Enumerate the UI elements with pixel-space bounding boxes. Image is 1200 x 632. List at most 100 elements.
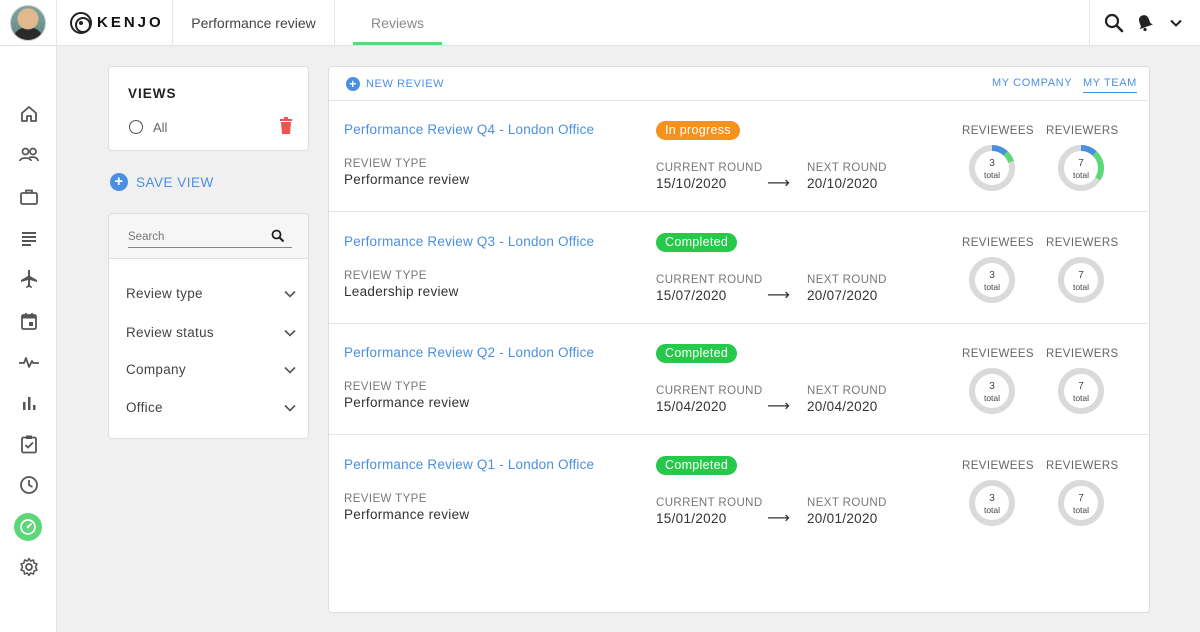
bell-icon[interactable]: [1134, 12, 1156, 34]
current-round-value: 15/01/2020: [656, 511, 727, 526]
current-round-label: CURRENT ROUND: [656, 497, 763, 509]
sidebar-nav: [0, 46, 57, 632]
save-view-button[interactable]: + SAVE VIEW: [110, 173, 214, 191]
plus-circle-icon: +: [110, 173, 128, 191]
reviewees-label: REVIEWEES: [962, 348, 1034, 360]
review-title-link[interactable]: Performance Review Q2 - London Office: [344, 345, 594, 360]
home-icon[interactable]: [16, 101, 42, 127]
save-view-label: SAVE VIEW: [136, 174, 214, 190]
reviewers-label: REVIEWERS: [1046, 237, 1119, 249]
review-title-link[interactable]: Performance Review Q4 - London Office: [344, 122, 594, 137]
tab-my-company[interactable]: MY COMPANY: [992, 77, 1072, 89]
current-round-value: 15/10/2020: [656, 176, 727, 191]
people-icon[interactable]: [16, 142, 42, 168]
status-badge: Completed: [656, 344, 738, 363]
review-title-link[interactable]: Performance Review Q3 - London Office: [344, 234, 594, 249]
review-row[interactable]: Performance Review Q2 - London Office Com…: [329, 324, 1149, 435]
reviewees-label: REVIEWEES: [962, 460, 1034, 472]
status-badge: In progress: [656, 121, 740, 140]
tab-my-team[interactable]: MY TEAM: [1083, 77, 1137, 93]
reviewees-total-label: total: [983, 282, 1001, 292]
reviewers-donut: 7 total: [1056, 366, 1106, 416]
arrow-right-icon: ⟶: [767, 398, 790, 415]
next-round-label: NEXT ROUND: [807, 162, 887, 174]
reviewees-donut: 3 total: [967, 143, 1017, 193]
arrow-right-icon: ⟶: [767, 510, 790, 527]
bar-chart-icon[interactable]: [16, 390, 42, 416]
reviewees-donut: 3 total: [967, 255, 1017, 305]
review-row[interactable]: Performance Review Q4 - London Office In …: [329, 101, 1149, 212]
reviews-panel: + NEW REVIEW MY COMPANY MY TEAM Performa…: [328, 66, 1150, 613]
next-round-value: 20/10/2020: [807, 176, 878, 191]
next-round-label: NEXT ROUND: [807, 497, 887, 509]
reviewers-total-label: total: [1072, 505, 1090, 515]
reviewers-donut: 7 total: [1056, 255, 1106, 305]
tab-performance-review[interactable]: Performance review: [173, 0, 335, 45]
status-badge: Completed: [656, 456, 738, 475]
pulse-icon[interactable]: [16, 349, 42, 375]
chevron-down-icon: [284, 290, 296, 298]
reviewers-label: REVIEWERS: [1046, 460, 1119, 472]
status-badge: Completed: [656, 233, 738, 252]
tab-reviews[interactable]: Reviews: [353, 0, 442, 45]
reviewers-total-label: total: [1072, 170, 1090, 180]
filters-panel: Review type Review status Company Office: [108, 259, 309, 439]
clipboard-check-icon[interactable]: [16, 431, 42, 457]
reviewees-donut: 3 total: [967, 366, 1017, 416]
new-review-label: NEW REVIEW: [366, 78, 445, 90]
reviewees-count: 3: [989, 493, 995, 504]
filter-label: Office: [126, 400, 163, 415]
search-icon[interactable]: [271, 229, 285, 243]
reviewees-total-label: total: [983, 393, 1001, 403]
reviewees-count: 3: [989, 381, 995, 392]
filter-label: Review type: [126, 286, 203, 301]
reviewers-label: REVIEWERS: [1046, 348, 1119, 360]
user-avatar[interactable]: [10, 4, 46, 41]
search-icon[interactable]: [1103, 12, 1125, 34]
reviewees-total-label: total: [983, 505, 1001, 515]
current-round-value: 15/07/2020: [656, 288, 727, 303]
reviewees-count: 3: [989, 270, 995, 281]
list-icon[interactable]: [16, 225, 42, 251]
next-round-value: 20/04/2020: [807, 399, 878, 414]
filter-label: Company: [126, 362, 186, 377]
filter-office[interactable]: Office: [126, 400, 296, 415]
next-round-label: NEXT ROUND: [807, 385, 887, 397]
review-row[interactable]: Performance Review Q1 - London Office Com…: [329, 436, 1149, 547]
logo[interactable]: KENJO: [57, 0, 173, 45]
reviewees-total-label: total: [983, 170, 1001, 180]
review-row[interactable]: Performance Review Q3 - London Office Com…: [329, 213, 1149, 324]
review-title-link[interactable]: Performance Review Q1 - London Office: [344, 457, 594, 472]
top-bar: KENJO Performance review Reviews: [0, 0, 1200, 46]
gauge-icon[interactable]: [14, 513, 42, 541]
briefcase-icon[interactable]: [16, 184, 42, 210]
review-type-label: REVIEW TYPE: [344, 493, 427, 505]
review-type-label: REVIEW TYPE: [344, 158, 427, 170]
trash-icon[interactable]: [279, 117, 293, 135]
reviewers-count: 7: [1078, 381, 1084, 392]
reviewees-donut: 3 total: [967, 478, 1017, 528]
calendar-icon[interactable]: [16, 308, 42, 334]
review-type-value: Leadership review: [344, 284, 459, 299]
plane-icon[interactable]: [16, 266, 42, 292]
search-input[interactable]: [128, 226, 292, 248]
clock-icon[interactable]: [16, 472, 42, 498]
filter-company[interactable]: Company: [126, 362, 296, 377]
arrow-right-icon: ⟶: [767, 175, 790, 192]
gear-icon[interactable]: [16, 554, 42, 580]
chevron-down-icon[interactable]: [1165, 12, 1187, 34]
reviewers-donut: 7 total: [1056, 478, 1106, 528]
review-type-value: Performance review: [344, 172, 470, 187]
logo-text: KENJO: [97, 14, 164, 31]
next-round-value: 20/07/2020: [807, 288, 878, 303]
search-panel: [108, 213, 309, 259]
view-all-label[interactable]: All: [153, 120, 167, 135]
new-review-button[interactable]: + NEW REVIEW: [346, 77, 444, 91]
next-round-value: 20/01/2020: [807, 511, 878, 526]
filter-review-status[interactable]: Review status: [126, 325, 296, 340]
topbar-actions: [1089, 0, 1200, 45]
view-all-radio[interactable]: [129, 120, 143, 134]
filter-review-type[interactable]: Review type: [126, 286, 296, 301]
reviewers-total-label: total: [1072, 393, 1090, 403]
reviewers-count: 7: [1078, 158, 1084, 169]
